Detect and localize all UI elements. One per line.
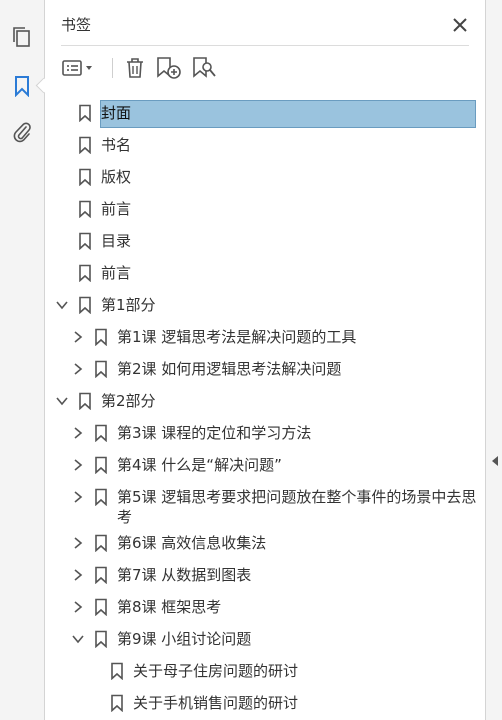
bookmark-icon — [94, 534, 108, 552]
header-divider — [61, 45, 469, 46]
bookmark-icon — [78, 168, 92, 186]
bookmark-icon — [94, 598, 108, 616]
chevron-right-icon[interactable] — [71, 458, 85, 472]
delete-button[interactable] — [123, 54, 147, 82]
bookmark-icon — [78, 200, 92, 218]
bookmark-icon — [94, 328, 108, 346]
bookmark-icon[interactable] — [8, 72, 36, 100]
bookmark-label: 第8课 框架思考 — [117, 598, 222, 616]
bookmark-row[interactable]: 第6课 高效信息收集法 — [45, 527, 485, 559]
chevron-down-icon[interactable] — [71, 632, 85, 646]
bookmark-icon — [94, 488, 108, 506]
bookmark-label: 第2课 如何用逻辑思考法解决问题 — [117, 360, 342, 378]
close-icon — [453, 18, 467, 32]
chevron-right-icon[interactable] — [71, 426, 85, 440]
bookmark-icon — [78, 296, 92, 314]
bookmark-icon — [78, 264, 92, 282]
navigation-rail — [0, 0, 52, 720]
chevron-right-icon[interactable] — [71, 362, 85, 376]
bookmark-icon — [94, 456, 108, 474]
bookmark-row[interactable]: 第4课 什么是“解决问题” — [45, 449, 485, 481]
pages-icon[interactable] — [8, 24, 36, 52]
bookmark-label: 前言 — [101, 264, 132, 282]
bookmark-icon — [94, 630, 108, 648]
bookmark-icon — [78, 392, 92, 410]
panel-title: 书签 — [61, 16, 92, 34]
bookmark-row[interactable]: 前言 — [45, 193, 485, 225]
bookmark-row[interactable]: 封面 — [45, 97, 485, 129]
bookmark-label: 第6课 高效信息收集法 — [117, 534, 267, 552]
bookmark-row[interactable]: 第5课 逻辑思考要求把问题放在整个事件的场景中去思考 — [45, 481, 485, 527]
delete-icon — [127, 58, 143, 78]
chevron-right-icon[interactable] — [71, 490, 85, 504]
bookmark-row[interactable]: 第7课 从数据到图表 — [45, 559, 485, 591]
bookmark-label: 书名 — [101, 136, 132, 154]
bookmark-label: 关于母子住房问题的研讨 — [133, 662, 299, 680]
attachment-icon[interactable] — [8, 118, 36, 146]
panel-header: 书签 — [61, 14, 471, 38]
bookmark-label: 第9课 小组讨论问题 — [117, 630, 252, 648]
toolbar-separator — [112, 58, 113, 78]
bookmark-icon — [110, 662, 124, 680]
bookmark-label: 第5课 逻辑思考要求把问题放在整个事件的场景中去思考 — [117, 488, 477, 526]
bookmark-label: 关于手机销售问题的研讨 — [133, 694, 299, 712]
bookmarks-panel: 书签 封面 书名 版权 前言 目录 前言 第1部分 第1课 逻辑思考法是解决问题… — [45, 0, 485, 720]
chevron-down-icon[interactable] — [55, 394, 69, 408]
panel-splitter[interactable] — [485, 0, 502, 720]
close-button[interactable] — [449, 14, 471, 36]
bookmark-label: 前言 — [101, 200, 132, 218]
options-menu-button[interactable] — [59, 54, 97, 82]
bookmark-icon — [94, 566, 108, 584]
find-bookmark-button[interactable] — [191, 54, 219, 82]
bookmark-icon — [78, 232, 92, 250]
bookmark-row[interactable]: 第1课 逻辑思考法是解决问题的工具 — [45, 321, 485, 353]
chevron-right-icon[interactable] — [71, 600, 85, 614]
chevron-right-icon[interactable] — [71, 536, 85, 550]
chevron-down-icon[interactable] — [55, 298, 69, 312]
bookmark-label: 版权 — [101, 168, 132, 186]
bookmark-icon — [94, 360, 108, 378]
bookmark-label: 第1课 逻辑思考法是解决问题的工具 — [117, 328, 357, 346]
bookmark-row[interactable]: 目录 — [45, 225, 485, 257]
collapse-arrow-icon[interactable] — [490, 455, 500, 467]
bookmark-label: 第2部分 — [101, 392, 156, 410]
bookmark-row[interactable]: 第2部分 — [45, 385, 485, 417]
bookmark-row[interactable]: 关于母子住房问题的研讨 — [45, 655, 485, 687]
bookmark-row[interactable]: 第9课 小组讨论问题 — [45, 623, 485, 655]
bookmark-row[interactable]: 第8课 框架思考 — [45, 591, 485, 623]
bookmark-icon — [78, 104, 92, 122]
bookmark-row[interactable]: 第2课 如何用逻辑思考法解决问题 — [45, 353, 485, 385]
bookmark-row[interactable]: 前言 — [45, 257, 485, 289]
bookmark-label: 封面 — [101, 104, 132, 122]
bookmark-icon — [94, 424, 108, 442]
bookmark-label: 第7课 从数据到图表 — [117, 566, 252, 584]
new-bookmark-icon — [157, 57, 181, 79]
bookmark-row[interactable]: 第3课 课程的定位和学习方法 — [45, 417, 485, 449]
bookmark-label: 目录 — [101, 232, 132, 250]
bookmark-icon — [110, 694, 124, 712]
bookmark-label: 第3课 课程的定位和学习方法 — [117, 424, 312, 442]
bookmark-label: 第1部分 — [101, 296, 156, 314]
options-menu-icon — [62, 60, 92, 76]
chevron-right-icon[interactable] — [71, 330, 85, 344]
bookmark-row[interactable]: 书名 — [45, 129, 485, 161]
bookmark-row[interactable]: 关于手机销售问题的研讨 — [45, 687, 485, 719]
find-bookmark-icon — [193, 57, 216, 78]
bookmark-row[interactable]: 版权 — [45, 161, 485, 193]
bookmarks-toolbar — [59, 52, 469, 84]
chevron-right-icon[interactable] — [71, 568, 85, 582]
bookmark-icon — [78, 136, 92, 154]
bookmark-label: 第4课 什么是“解决问题” — [117, 456, 282, 474]
new-bookmark-button[interactable] — [155, 54, 183, 82]
bookmark-row[interactable]: 第1部分 — [45, 289, 485, 321]
